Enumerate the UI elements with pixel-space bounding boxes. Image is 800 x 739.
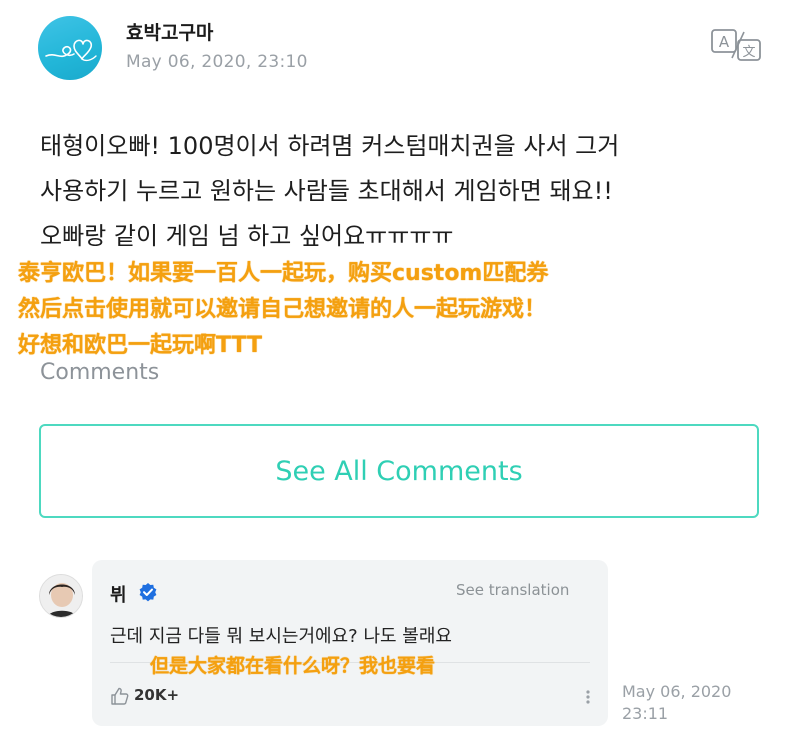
translation-overlay-line: 泰亨欧巴！如果要一百人一起玩，购买custom匹配券: [18, 261, 549, 286]
post-body-line: 사용하기 누르고 원하는 사람들 초대해서 게임하면 돼요!!: [40, 177, 613, 205]
translation-overlay-line: 然后点击使用就可以邀请自己想邀请的人一起玩游戏！: [18, 297, 547, 322]
svg-text:文: 文: [742, 45, 755, 60]
translation-overlay-line: 好想和欧巴一起玩啊TTT: [18, 333, 263, 358]
post-body-line: 오빠랑 같이 게임 넘 하고 싶어요ㅠㅠㅠㅠ: [40, 222, 454, 250]
like-thumb-icon[interactable]: [110, 686, 130, 706]
reply-text: 근데 지금 다들 뭐 보시는거에요? 나도 볼래요: [110, 626, 452, 647]
comments-heading: Comments: [40, 360, 160, 385]
post-author-name[interactable]: 효박고구마: [126, 18, 213, 45]
see-all-comments-button[interactable]: See All Comments: [39, 424, 759, 518]
see-translation-link[interactable]: See translation: [456, 581, 569, 599]
post-body: 태형이오빠! 100명이서 하려몀 커스텀매치권을 사서 그거 사용하기 누르고…: [40, 124, 770, 259]
translation-overlay: 泰亨欧巴！如果要一百人一起玩，购买custom匹配券 然后点击使用就可以邀请自己…: [18, 256, 798, 364]
heart-doodle-icon: [45, 39, 97, 62]
reply-author-name[interactable]: 뷔: [110, 581, 127, 607]
author-avatar[interactable]: [38, 16, 102, 80]
reply-author-avatar[interactable]: [39, 574, 83, 618]
post-date: May 06, 2020, 23:10: [126, 52, 308, 72]
more-options-icon[interactable]: [584, 686, 592, 708]
svg-text:A: A: [719, 33, 730, 51]
verified-badge-icon: [138, 582, 158, 602]
translate-icon[interactable]: A 文: [710, 28, 762, 62]
reply-date: May 06, 2020 23:11: [622, 681, 772, 725]
like-count: 20K+: [134, 686, 180, 704]
reply-date-day: May 06, 2020: [622, 682, 732, 701]
reply-date-time: 23:11: [622, 704, 669, 723]
post-body-line: 태형이오빠! 100명이서 하려몀 커스텀매치권을 사서 그거: [40, 132, 620, 160]
reply-translation-overlay: 但是大家都在看什么呀？我也要看: [150, 655, 436, 677]
